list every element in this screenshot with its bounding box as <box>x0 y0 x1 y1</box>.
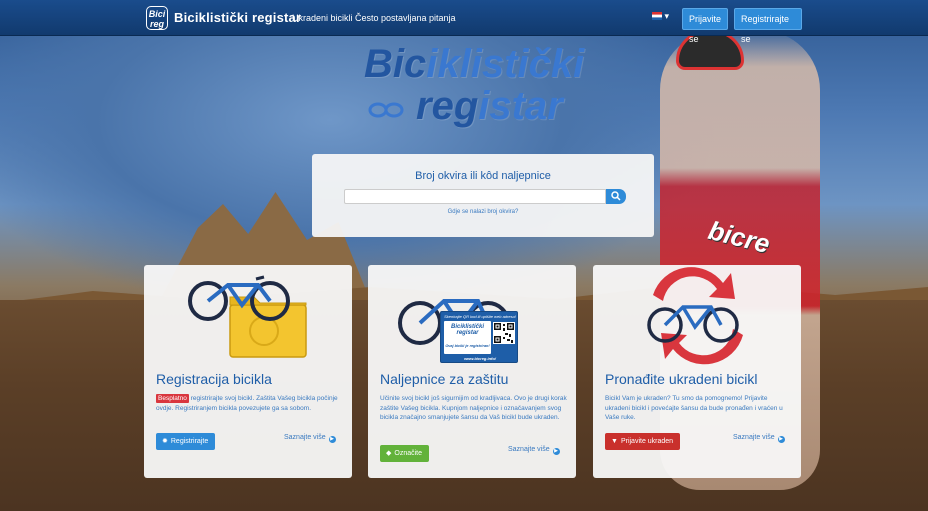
bike-folder-illustration <box>188 275 307 358</box>
sticker-brand-line2: registar <box>456 330 479 336</box>
hero-title-part-2b: istar <box>478 84 563 128</box>
card-description: Besplatno registrirajte svoj bicikl. Zaš… <box>156 394 344 413</box>
card-description: Učinite svoj bicikl još sigurnijim od kr… <box>380 395 567 421</box>
star-icon: ✹ <box>162 438 168 445</box>
search-label: Broj okvira ili kôd naljepnice <box>415 170 551 182</box>
card-find-stolen: Pronađite ukradeni bicikl Bicikl Vam je … <box>593 265 801 478</box>
button-label: Označite <box>394 450 423 457</box>
learn-more-label: Saznajte više <box>733 434 775 441</box>
language-selector[interactable]: ▾ <box>652 11 669 22</box>
card-title: Registracija bicikla <box>156 371 272 387</box>
arrow-right-icon: ▶ <box>777 436 785 443</box>
flag-icon <box>652 12 662 20</box>
button-label: Prijavite ukraden <box>620 438 674 445</box>
sticker-image: Skenirajte QR kod ili upišite web adresu… <box>440 311 518 363</box>
sticker-url: www.bicreg.info/ <box>464 356 496 361</box>
hero-title-part-1b: iklistički <box>426 42 585 86</box>
sticker-subtitle: Ovaj bicikl je registriran! <box>445 344 490 348</box>
learn-more-label: Saznajte više <box>508 446 550 453</box>
frame-number-search-input[interactable] <box>344 189 606 204</box>
search-icon <box>611 191 621 201</box>
learn-more-link[interactable]: Saznajte više ▶ <box>733 434 785 443</box>
register-button[interactable]: Registrirajte se <box>734 8 802 44</box>
card-description: Bicikl Vam je ukraden? Tu smo da pomogne… <box>605 395 783 421</box>
stolen-bike-illustration <box>647 267 743 365</box>
mark-bike-button[interactable]: ◆ Označite <box>380 445 430 462</box>
free-badge: Besplatno <box>156 394 189 403</box>
sticker-brand: Biciklistički registar <box>446 324 489 336</box>
arrow-right-icon: ▶ <box>328 436 336 443</box>
card-title: Naljepnice za zaštitu <box>380 371 509 387</box>
sticker-top-text: Skenirajte QR kod ili upišite web adresu… <box>444 314 516 319</box>
button-label: Registrirajte <box>170 438 209 445</box>
learn-more-link[interactable]: Saznajte više ▶ <box>508 446 560 455</box>
nav-link-stolen-bikes[interactable]: Ukradeni bicikli <box>292 13 353 23</box>
learn-more-label: Saznajte više <box>284 434 326 441</box>
nav-link-faq[interactable]: Često postavljana pitanja <box>355 13 456 23</box>
chain-link-icon <box>368 102 404 118</box>
top-navbar: Bici reg Biciklistički registar Ukradeni… <box>0 0 928 44</box>
card-registration: Registracija bicikla Besplatno registrir… <box>144 265 352 478</box>
card-stickers: Skenirajte QR kod ili upišite web adresu… <box>368 265 576 478</box>
sticker-white-area: Biciklistički registar Ovaj bicikl je reg… <box>444 321 491 354</box>
frame-number-help-link[interactable]: Gdje se nalazi broj okvira? <box>312 209 654 215</box>
qr-code-icon <box>493 322 515 344</box>
search-panel: Broj okvira ili kôd naljepnice Gdje se n… <box>312 154 654 237</box>
arrow-right-icon: ▶ <box>552 448 560 455</box>
login-button[interactable]: Prijavite se <box>682 8 728 44</box>
card-title: Pronađite ukradeni bicikl <box>605 371 758 387</box>
chevron-down-icon: ▾ <box>664 11 670 21</box>
register-bike-button[interactable]: ✹ Registrirajte <box>156 433 216 450</box>
learn-more-link[interactable]: Saznajte više ▶ <box>284 434 336 443</box>
thumbs-down-icon: ▼ <box>611 438 618 445</box>
hero-title-part-1a: Bic <box>364 42 427 86</box>
hero-title-part-2a: reg <box>416 84 479 128</box>
report-stolen-button[interactable]: ▼ Prijavite ukraden <box>605 433 681 450</box>
tag-icon: ◆ <box>386 450 392 457</box>
brand-link[interactable]: Biciklistički registar <box>174 10 301 25</box>
logo-icon[interactable]: Bici reg <box>146 6 168 30</box>
search-button[interactable] <box>606 189 626 204</box>
